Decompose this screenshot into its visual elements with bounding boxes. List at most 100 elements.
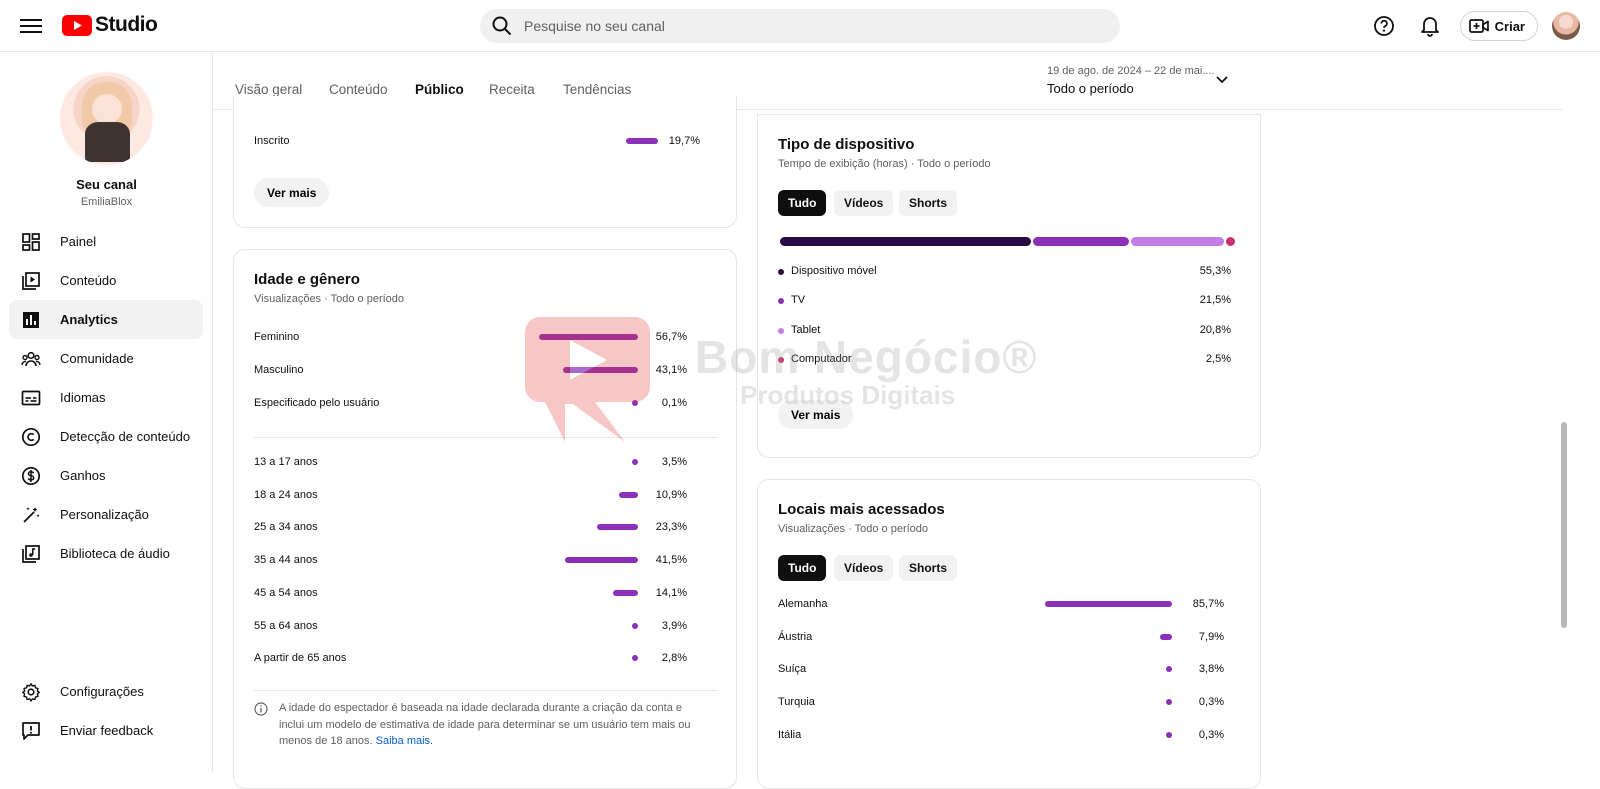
channel-avatar[interactable]: [60, 72, 153, 165]
age-gender-row-label: 45 a 54 anos: [254, 586, 318, 599]
help-icon[interactable]: [1368, 10, 1400, 42]
chip-videos[interactable]: Vídeos: [834, 555, 894, 581]
sidebar-item-deteccao-de-conteudo[interactable]: Detecção de conteúdo: [9, 417, 203, 456]
search-bar[interactable]: [480, 9, 1120, 43]
chip-shorts[interactable]: Shorts: [899, 555, 958, 581]
age-disclaimer-note: A idade do espectador é baseada na idade…: [279, 700, 699, 750]
sidebar-item-configuracoes[interactable]: Configurações: [9, 672, 203, 711]
sidebar-item-ganhos[interactable]: Ganhos: [9, 456, 203, 495]
card-subtitle: Visualizações · Todo o período: [254, 293, 405, 305]
chip-all[interactable]: Tudo: [778, 190, 827, 216]
location-row-label: Turquia: [778, 696, 815, 709]
magic-wand-icon: [23, 506, 40, 523]
period-range: 19 de ago. de 2024 – 22 de mai....: [1047, 65, 1215, 77]
divider: [254, 437, 718, 438]
age-gender-row-value: 2,8%: [661, 652, 687, 665]
subscription-status-card: Inscrito 19,7% Ver mais: [233, 96, 737, 228]
top-locations-card: Locais mais acessados Visualizações · To…: [757, 479, 1261, 789]
logo-text: Studio: [95, 13, 158, 36]
sidebar-item-personalizacao[interactable]: Personalização: [9, 495, 203, 534]
divider: [254, 690, 718, 691]
age-gender-bar: [597, 524, 638, 531]
location-row-value: 0,3%: [1198, 696, 1224, 709]
sidebar-item-biblioteca-de-audio[interactable]: Biblioteca de áudio: [9, 534, 203, 573]
device-legend-label: Tablet: [791, 323, 821, 336]
device-stacked-bar: [780, 237, 1238, 246]
age-gender-bar: [539, 334, 638, 340]
age-gender-row-label: Feminino: [254, 331, 300, 343]
age-gender-row-label: Especificado pelo usuário: [254, 397, 380, 409]
tab-receita[interactable]: Receita: [489, 82, 535, 97]
chip-videos[interactable]: Vídeos: [834, 190, 894, 216]
chevron-down-icon[interactable]: [1215, 75, 1229, 85]
chip-shorts[interactable]: Shorts: [899, 190, 958, 216]
device-stacked-segment: [780, 237, 1031, 246]
menu-icon[interactable]: [20, 16, 42, 34]
subtitles-icon: [21, 390, 41, 405]
sidebar-item-label: Conteúdo: [60, 273, 117, 288]
sidebar-item-label: Biblioteca de áudio: [60, 546, 170, 561]
channel-handle: EmiliaBlox: [80, 196, 133, 208]
age-gender-row-value: 3,5%: [661, 456, 687, 468]
tab-tendencias[interactable]: Tendências: [563, 82, 631, 97]
sidebar-item-comunidade[interactable]: Comunidade: [9, 339, 203, 378]
card-title: Locais mais acessados: [778, 501, 945, 518]
device-type-card: Tipo de dispositivo Tempo de exibição (h…: [757, 114, 1261, 458]
device-legend-value: 55,3%: [1199, 265, 1231, 277]
period-selector[interactable]: 19 de ago. de 2024 – 22 de mai.... Todo …: [1047, 65, 1228, 96]
tab-conteudo[interactable]: Conteúdo: [329, 82, 388, 97]
age-gender-card: Idade e gênero Visualizações · Todo o pe…: [233, 249, 737, 789]
age-gender-row-value: 10,9%: [655, 488, 687, 501]
location-bar: [1045, 601, 1172, 607]
sidebar-item-enviar-feedback[interactable]: Enviar feedback: [9, 711, 203, 750]
device-legend-dot: [778, 269, 784, 275]
age-disclaimer-text: A idade do espectador é baseada na idade…: [279, 702, 691, 747]
search-input[interactable]: [524, 18, 1084, 34]
device-legend-label: TV: [791, 294, 806, 307]
page-scrollbar[interactable]: [1561, 110, 1567, 630]
location-row-label: Áustria: [778, 630, 813, 643]
age-gender-bar: [619, 491, 638, 498]
content-icon: [22, 271, 40, 290]
see-more-button[interactable]: Ver mais: [778, 400, 854, 429]
sidebar-item-painel[interactable]: Painel: [9, 222, 203, 261]
tab-visao-geral[interactable]: Visão geral: [235, 82, 302, 97]
account-avatar[interactable]: [1552, 12, 1580, 40]
device-legend-dot: [778, 298, 784, 305]
studio-logo[interactable]: Studio: [62, 13, 158, 37]
sidebar-item-idiomas[interactable]: Idiomas: [9, 378, 203, 417]
scrollbar-thumb[interactable]: [1561, 422, 1567, 628]
gear-icon: [22, 682, 40, 702]
sidebar-item-analytics[interactable]: Analytics: [9, 300, 203, 339]
search-icon[interactable]: [492, 16, 512, 36]
notifications-bell-icon[interactable]: [1414, 10, 1446, 42]
sidebar-item-conteudo[interactable]: Conteúdo: [9, 261, 203, 300]
video-add-icon: [1468, 19, 1489, 33]
learn-more-link[interactable]: Saiba mais.: [376, 735, 433, 747]
info-icon: [254, 702, 268, 716]
card-subtitle: Visualizações · Todo o período: [778, 523, 929, 535]
location-row-label: Suíça: [778, 663, 807, 676]
device-legend-value: 2,5%: [1205, 352, 1231, 365]
chip-all[interactable]: Tudo: [778, 555, 827, 581]
sidebar-item-label: Detecção de conteúdo: [60, 429, 191, 444]
location-dot: [1166, 666, 1172, 673]
age-gender-row-value: 3,9%: [661, 619, 687, 632]
age-gender-row-value: 23,3%: [655, 521, 687, 534]
tab-publico[interactable]: Público: [415, 82, 464, 108]
device-legend-dot: [778, 356, 784, 363]
age-gender-bar: [563, 367, 638, 373]
create-button[interactable]: Criar: [1459, 11, 1538, 41]
device-legend-value: 20,8%: [1199, 323, 1231, 336]
sidebar: Seu canal EmiliaBlox Painel Conteúdo Ana…: [0, 52, 213, 772]
age-gender-bar: [565, 557, 638, 564]
see-more-button[interactable]: Ver mais: [254, 178, 330, 207]
sidebar-item-label: Enviar feedback: [60, 723, 154, 738]
location-row-value: 7,9%: [1198, 630, 1224, 643]
device-legend-value: 21,5%: [1199, 294, 1231, 307]
create-button-label: Criar: [1494, 18, 1525, 34]
channel-name: Seu canal: [76, 177, 137, 192]
age-gender-row-label: 18 a 24 anos: [254, 488, 318, 501]
device-legend-label: Dispositivo móvel: [791, 265, 877, 277]
subscription-row-label: Inscrito: [254, 135, 290, 147]
